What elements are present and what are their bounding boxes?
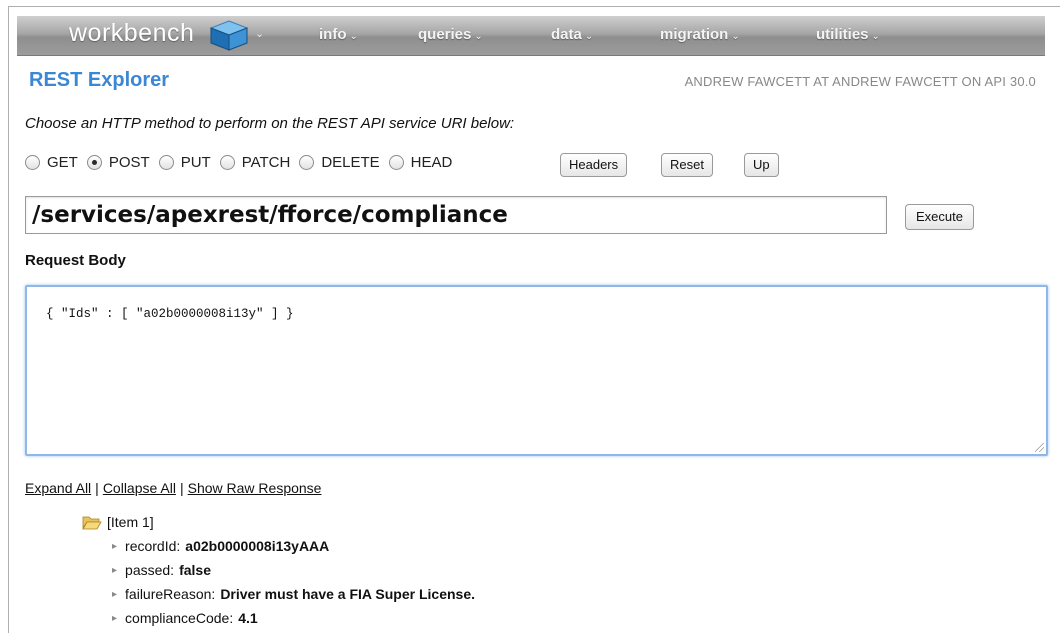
radio-button[interactable] — [158, 155, 174, 170]
chevron-down-icon: ⌄ — [474, 31, 483, 42]
show-raw-response-link[interactable]: Show Raw Response — [188, 480, 322, 496]
tree-field-record-id: ▸ recordId: a02b0000008i13yAAA — [112, 538, 329, 554]
nav-menu-data[interactable]: data ⌄ — [551, 26, 593, 43]
chevron-down-icon: ⌄ — [731, 31, 740, 42]
chevron-down-icon: ⌄ — [349, 31, 358, 42]
tree-field-failure-reason: ▸ failureReason: Driver must have a FIA … — [112, 586, 475, 602]
nav-menu-migration[interactable]: migration ⌄ — [660, 26, 740, 43]
method-delete-radio[interactable]: DELETE — [299, 154, 380, 171]
execute-button[interactable]: Execute — [905, 204, 974, 230]
nav-menu-label: queries — [418, 26, 472, 43]
method-patch-radio[interactable]: PATCH — [219, 154, 291, 171]
separator: | — [95, 480, 99, 496]
expand-arrow-icon[interactable]: ▸ — [112, 541, 117, 552]
method-post-radio[interactable]: POST — [86, 154, 150, 171]
nav-menu-label: info — [319, 26, 347, 43]
tree-node-label: [Item 1] — [107, 514, 154, 530]
nav-menu-info[interactable]: info ⌄ — [319, 26, 358, 43]
radio-button-selected[interactable] — [86, 155, 102, 170]
expand-all-link[interactable]: Expand All — [25, 480, 91, 496]
nav-menu-label: utilities — [816, 26, 869, 43]
field-key: recordId: — [125, 538, 181, 554]
chevron-down-icon: ⌄ — [584, 31, 594, 42]
tree-field-passed: ▸ passed: false — [112, 562, 211, 578]
method-label: DELETE — [321, 154, 380, 171]
user-info: ANDREW FAWCETT AT ANDREW FAWCETT ON API … — [684, 74, 1036, 89]
separator: | — [179, 480, 184, 496]
field-value: a02b0000008i13yAAA — [185, 538, 330, 554]
request-body-label: Request Body — [25, 252, 126, 269]
response-links: Expand All | Collapse All | Show Raw Respons… — [25, 480, 321, 496]
nav-menu-label: migration — [660, 26, 729, 43]
method-label: HEAD — [410, 154, 453, 171]
method-label: GET — [47, 154, 78, 171]
nav-menu-queries[interactable]: queries ⌄ — [418, 26, 483, 43]
method-label: POST — [108, 154, 150, 171]
radio-button[interactable] — [388, 155, 404, 170]
collapse-all-link[interactable]: Collapse All — [103, 480, 176, 496]
field-value: Driver must have a FIA Super License. — [220, 586, 475, 602]
page-title: REST Explorer — [29, 69, 170, 91]
nav-menu-label: data — [551, 26, 582, 43]
workbench-logo[interactable]: workbench — [69, 19, 194, 48]
tree-field-compliance-code: ▸ complianceCode: 4.1 — [112, 610, 258, 626]
nav-menu-utilities[interactable]: utilities ⌄ — [816, 26, 880, 43]
field-key: failureReason: — [125, 586, 216, 602]
method-label: PUT — [180, 154, 211, 171]
method-get-radio[interactable]: GET — [25, 154, 78, 171]
headers-button[interactable]: Headers — [560, 153, 628, 177]
radio-button[interactable] — [219, 155, 235, 170]
radio-button[interactable] — [299, 155, 315, 170]
method-put-radio[interactable]: PUT — [158, 154, 211, 171]
resize-handle-icon[interactable] — [1035, 443, 1044, 452]
uri-input[interactable]: /services/apexrest/fforce/compliance — [25, 196, 887, 234]
method-label: PATCH — [241, 154, 291, 171]
up-button[interactable]: Up — [744, 153, 779, 177]
cube-logo-icon[interactable] — [207, 18, 251, 57]
chevron-down-icon: ⌄ — [871, 31, 880, 42]
open-folder-icon — [82, 516, 102, 529]
field-key: complianceCode: — [125, 610, 234, 626]
reset-button[interactable]: Reset — [661, 153, 713, 177]
method-head-radio[interactable]: HEAD — [388, 154, 453, 171]
field-key: passed: — [125, 562, 175, 578]
expand-arrow-icon[interactable]: ▸ — [112, 589, 117, 600]
request-body-text: { "Ids" : [ "a02b0000008i13y" ] } — [46, 307, 294, 321]
logo-chevron-down-icon[interactable]: ⌄ — [255, 27, 264, 40]
request-body-textarea[interactable]: { "Ids" : [ "a02b0000008i13y" ] } — [25, 285, 1048, 456]
field-value: false — [179, 562, 211, 578]
expand-arrow-icon[interactable]: ▸ — [112, 565, 117, 576]
instructions-text: Choose an HTTP method to perform on the … — [25, 115, 515, 132]
radio-button[interactable] — [25, 155, 40, 170]
http-method-group: GET POST PUT PATCH DELETE HEAD — [25, 154, 461, 171]
expand-arrow-icon[interactable]: ▸ — [112, 613, 117, 624]
top-nav-bar: workbench ⌄ info ⌄ queries ⌄ data ⌄ migrati… — [17, 16, 1045, 56]
tree-node-item-1[interactable]: [Item 1] — [82, 514, 154, 530]
field-value: 4.1 — [238, 610, 258, 626]
